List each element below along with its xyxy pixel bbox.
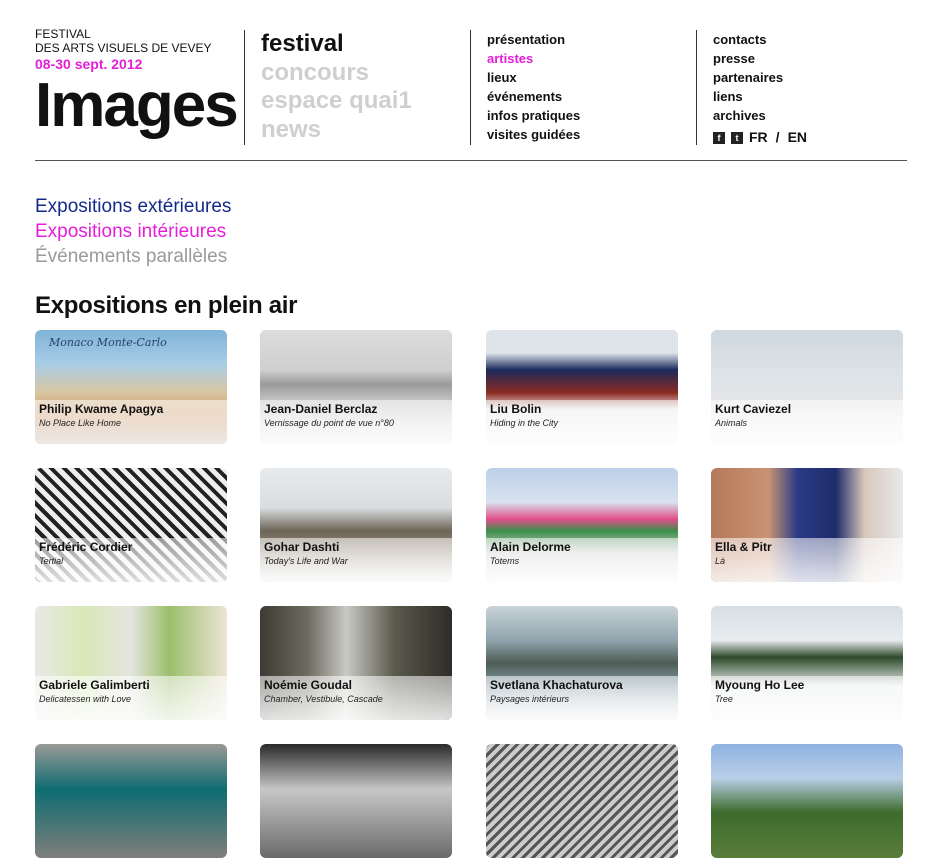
artist-card[interactable] [711, 744, 903, 858]
category-links: Expositions extérieures Expositions inté… [35, 194, 231, 269]
secondary-nav-item[interactable]: contacts [713, 30, 807, 49]
lang-separator: / [775, 129, 780, 145]
artwork-title: Delicatessen with Love [39, 694, 132, 704]
artwork-title: Paysages intérieurs [490, 694, 570, 704]
artist-name: Jean-Daniel Berclaz [264, 402, 378, 416]
category-exterieures-link[interactable]: Expositions extérieures [35, 194, 231, 219]
artist-name: Alain Delorme [490, 540, 571, 554]
artist-name: Gabriele Galimberti [39, 678, 150, 692]
artwork-title: Today's Life and War [264, 556, 348, 566]
artwork-title: Totems [490, 556, 520, 566]
artist-thumbnail [260, 744, 452, 858]
artwork-title: Tree [715, 694, 733, 704]
divider [696, 30, 697, 145]
artist-card[interactable]: Liu Bolin Hiding in the City [486, 330, 678, 444]
main-nav-item[interactable]: festival [261, 30, 412, 59]
artist-card[interactable] [35, 744, 227, 858]
artist-card[interactable] [260, 744, 452, 858]
artwork-title: Hiding in the City [490, 418, 559, 428]
artwork-title: No Place Like Home [39, 418, 122, 428]
artist-card[interactable]: Gohar Dashti Today's Life and War [260, 468, 452, 582]
artist-name: Gohar Dashti [264, 540, 340, 554]
artist-card[interactable]: Ella & Pitr Là [711, 468, 903, 582]
artist-name: Philip Kwame Apagya [39, 402, 164, 416]
artist-name: Ella & Pitr [715, 540, 772, 554]
category-paralleles-link[interactable]: Événements parallèles [35, 244, 231, 269]
subnav-item[interactable]: présentation [487, 30, 580, 49]
artist-card[interactable]: Jean-Daniel Berclaz Vernissage du point d… [260, 330, 452, 444]
artwork-title: Tertial [39, 556, 64, 566]
section-title: Expositions en plein air [35, 292, 298, 319]
artist-card[interactable]: Alain Delorme Totems [486, 468, 678, 582]
artwork-title: Là [715, 556, 726, 566]
main-nav-item[interactable]: espace quai1 [261, 87, 412, 116]
artist-card[interactable] [486, 744, 678, 858]
artist-thumbnail [486, 744, 678, 858]
artwork-title: Animals [715, 418, 748, 428]
artist-card[interactable]: Frédéric Cordier Tertial [35, 468, 227, 582]
artist-name: Myoung Ho Lee [715, 678, 805, 692]
festival-subtitle: DES ARTS VISUELS DE VEVEY [35, 41, 212, 55]
divider [470, 30, 471, 145]
artist-thumbnail [35, 744, 227, 858]
festival-label: FESTIVAL [35, 27, 91, 41]
artist-name: Noémie Goudal [264, 678, 353, 692]
subnav-item[interactable]: artistes [487, 49, 580, 68]
artist-name: Kurt Caviezel [715, 402, 792, 416]
thumbnail-overlay-text: Monaco Monte-Carlo [49, 336, 167, 349]
secondary-nav-item[interactable]: presse [713, 49, 807, 68]
category-interieures-link[interactable]: Expositions intérieures [35, 219, 231, 244]
artist-name: Frédéric Cordier [39, 540, 133, 554]
facebook-icon[interactable]: f [713, 131, 725, 144]
artist-card[interactable]: Svetlana Khachaturova Paysages intérieurs [486, 606, 678, 720]
artist-card[interactable]: Myoung Ho Lee Tree [711, 606, 903, 720]
artist-card[interactable]: Noémie Goudal Chamber, Vestibule, Cascade [260, 606, 452, 720]
divider [244, 30, 245, 145]
header-rule [35, 160, 907, 161]
secondary-nav-item[interactable]: partenaires [713, 68, 807, 87]
artist-name: Liu Bolin [490, 402, 542, 416]
secondary-nav: contacts presse partenaires liens archives f… [713, 30, 807, 147]
artwork-title: Vernissage du point de vue n°80 [264, 418, 394, 428]
secondary-nav-item[interactable]: archives [713, 106, 807, 125]
twitter-icon[interactable]: t [731, 131, 743, 144]
images-logo[interactable]: Images [35, 75, 239, 137]
lang-en-link[interactable]: EN [788, 128, 807, 147]
artist-card[interactable]: Gabriele Galimberti Delicatessen with Lov… [35, 606, 227, 720]
subnav-item[interactable]: lieux [487, 68, 580, 87]
artist-thumbnail [711, 744, 903, 858]
social-lang-row: f t FR / EN [713, 128, 807, 147]
main-nav: festival concours espace quai1 news [261, 30, 412, 144]
brand-block: FESTIVAL DES ARTS VISUELS DE VEVEY 08-30… [35, 27, 239, 137]
subnav-item[interactable]: événements [487, 87, 580, 106]
secondary-nav-item[interactable]: liens [713, 87, 807, 106]
artist-name: Svetlana Khachaturova [490, 678, 623, 692]
main-nav-item[interactable]: news [261, 116, 412, 145]
subnav-item[interactable]: visites guidées [487, 125, 580, 144]
main-nav-item[interactable]: concours [261, 59, 412, 88]
festival-subnav: présentation artistes lieux événements infos… [487, 30, 580, 144]
artist-card[interactable]: Kurt Caviezel Animals [711, 330, 903, 444]
lang-fr-link[interactable]: FR [749, 128, 768, 147]
subnav-item[interactable]: infos pratiques [487, 106, 580, 125]
artist-card[interactable]: Monaco Monte-Carlo Philip Kwame Apagya No … [35, 330, 227, 444]
festival-dates: 08-30 sept. 2012 [35, 56, 143, 72]
artwork-title: Chamber, Vestibule, Cascade [264, 694, 383, 704]
